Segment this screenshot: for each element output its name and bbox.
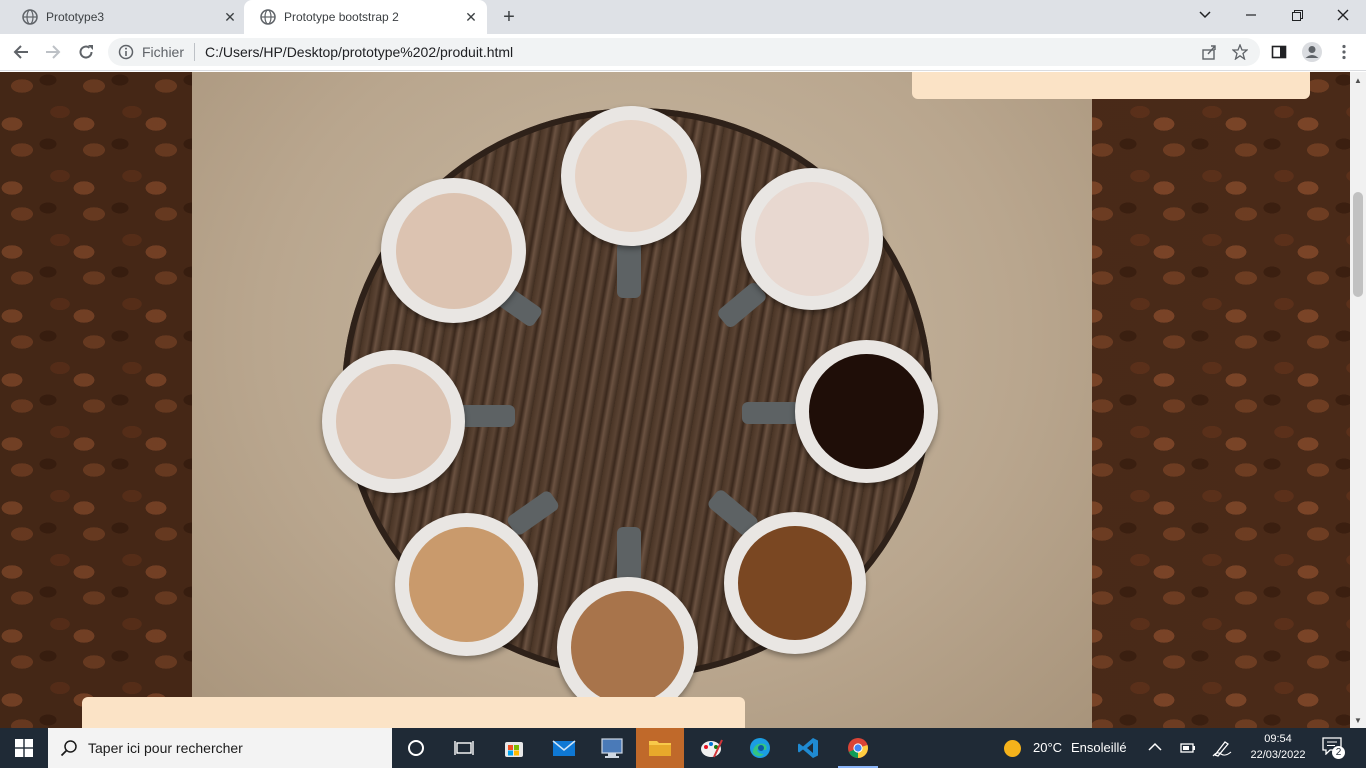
close-window-button[interactable] <box>1320 0 1366 30</box>
edge-browser-icon[interactable] <box>736 728 784 768</box>
task-view-icon[interactable] <box>440 728 488 768</box>
coffee-cup-espresso-black <box>795 340 938 483</box>
clock-date: 22/03/2022 <box>1250 749 1306 761</box>
taskbar-search-box[interactable]: Taper ici pour rechercher <box>48 728 392 768</box>
coffee-cup-latte <box>381 178 526 323</box>
coffee-cups-hero-image <box>192 72 1092 728</box>
cup-handle <box>457 405 515 427</box>
cup-handle <box>617 527 641 583</box>
sunny-weather-icon[interactable] <box>1003 739 1022 758</box>
coffee-cup-cappuccino <box>395 513 538 656</box>
windows-logo-icon <box>15 739 33 757</box>
product-card-bottom <box>82 697 745 728</box>
close-tab-icon[interactable]: ✕ <box>220 7 240 27</box>
page-content <box>0 72 1350 728</box>
search-placeholder: Taper ici pour rechercher <box>88 740 243 756</box>
globe-icon <box>260 9 276 25</box>
tab-search-chevron-icon[interactable] <box>1182 0 1228 30</box>
url-text[interactable]: C:/Users/HP/Desktop/prototype%202/produi… <box>205 44 513 60</box>
close-tab-icon[interactable]: ✕ <box>461 7 481 27</box>
minimize-button[interactable] <box>1228 0 1274 30</box>
cup-handle <box>617 242 641 298</box>
address-bar[interactable]: Fichier C:/Users/HP/Desktop/prototype%20… <box>108 38 1260 66</box>
security-label: Fichier <box>142 44 185 60</box>
tab-prototype3[interactable]: Prototype3 ✕ <box>6 0 246 34</box>
tab-prototype-bootstrap-2[interactable]: Prototype bootstrap 2 ✕ <box>244 0 487 34</box>
bookmark-star-icon[interactable] <box>1227 39 1253 65</box>
tab-title: Prototype3 <box>46 10 105 24</box>
profile-avatar-icon[interactable] <box>1299 39 1325 65</box>
browser-toolbar: Fichier C:/Users/HP/Desktop/prototype%20… <box>0 34 1366 71</box>
coffee-cup-latte <box>561 106 701 246</box>
search-icon <box>60 740 77 757</box>
scroll-up-arrow-icon[interactable]: ▲ <box>1353 75 1363 85</box>
chevron-up-icon[interactable] <box>1148 742 1162 752</box>
remote-desktop-icon[interactable] <box>588 728 636 768</box>
battery-icon[interactable] <box>1178 741 1196 755</box>
chrome-browser-icon[interactable] <box>834 728 882 768</box>
notification-count-badge: 2 <box>1332 746 1345 759</box>
clock-time: 09:54 <box>1264 733 1292 745</box>
omnibox-divider <box>194 43 196 61</box>
start-button[interactable] <box>0 728 48 768</box>
mail-icon[interactable] <box>540 728 588 768</box>
windows-taskbar: Taper ici pour rechercher 20°C Ensoleill… <box>0 728 1366 768</box>
system-clock[interactable]: 09:54 22/03/2022 <box>1240 731 1316 763</box>
coffee-cup-cafe-au-lait <box>322 350 465 493</box>
cortana-icon[interactable] <box>392 728 440 768</box>
scroll-thumb[interactable] <box>1353 192 1363 297</box>
file-explorer-icon[interactable] <box>636 728 684 768</box>
cup-handle <box>742 402 800 424</box>
page-scrollbar[interactable]: ▲ ▼ <box>1350 72 1366 728</box>
menu-kebab-icon[interactable] <box>1331 39 1357 65</box>
side-panel-icon[interactable] <box>1266 39 1292 65</box>
coffee-cup-americano <box>724 512 866 654</box>
weather-condition[interactable]: Ensoleillé <box>1071 740 1127 755</box>
restore-button[interactable] <box>1274 0 1320 30</box>
vscode-icon[interactable] <box>784 728 832 768</box>
product-card-top <box>912 72 1310 99</box>
pen-workspace-icon[interactable] <box>1212 739 1232 757</box>
new-tab-button[interactable]: + <box>498 6 520 28</box>
info-icon[interactable] <box>118 44 134 60</box>
back-arrow-icon[interactable] <box>8 39 34 65</box>
reload-icon[interactable] <box>73 39 99 65</box>
weather-temperature[interactable]: 20°C <box>1033 740 1062 755</box>
share-icon[interactable] <box>1196 39 1222 65</box>
notifications-button[interactable]: 2 <box>1322 737 1346 759</box>
globe-icon <box>22 9 38 25</box>
forward-arrow-icon[interactable] <box>40 39 66 65</box>
scroll-down-arrow-icon[interactable]: ▼ <box>1353 715 1363 725</box>
tab-title: Prototype bootstrap 2 <box>284 10 399 24</box>
tab-strip: Prototype3 ✕ Prototype bootstrap 2 ✕ + <box>0 0 1366 34</box>
paint-icon[interactable] <box>688 728 736 768</box>
microsoft-store-icon[interactable] <box>490 728 538 768</box>
coffee-cup-milk <box>741 168 883 310</box>
